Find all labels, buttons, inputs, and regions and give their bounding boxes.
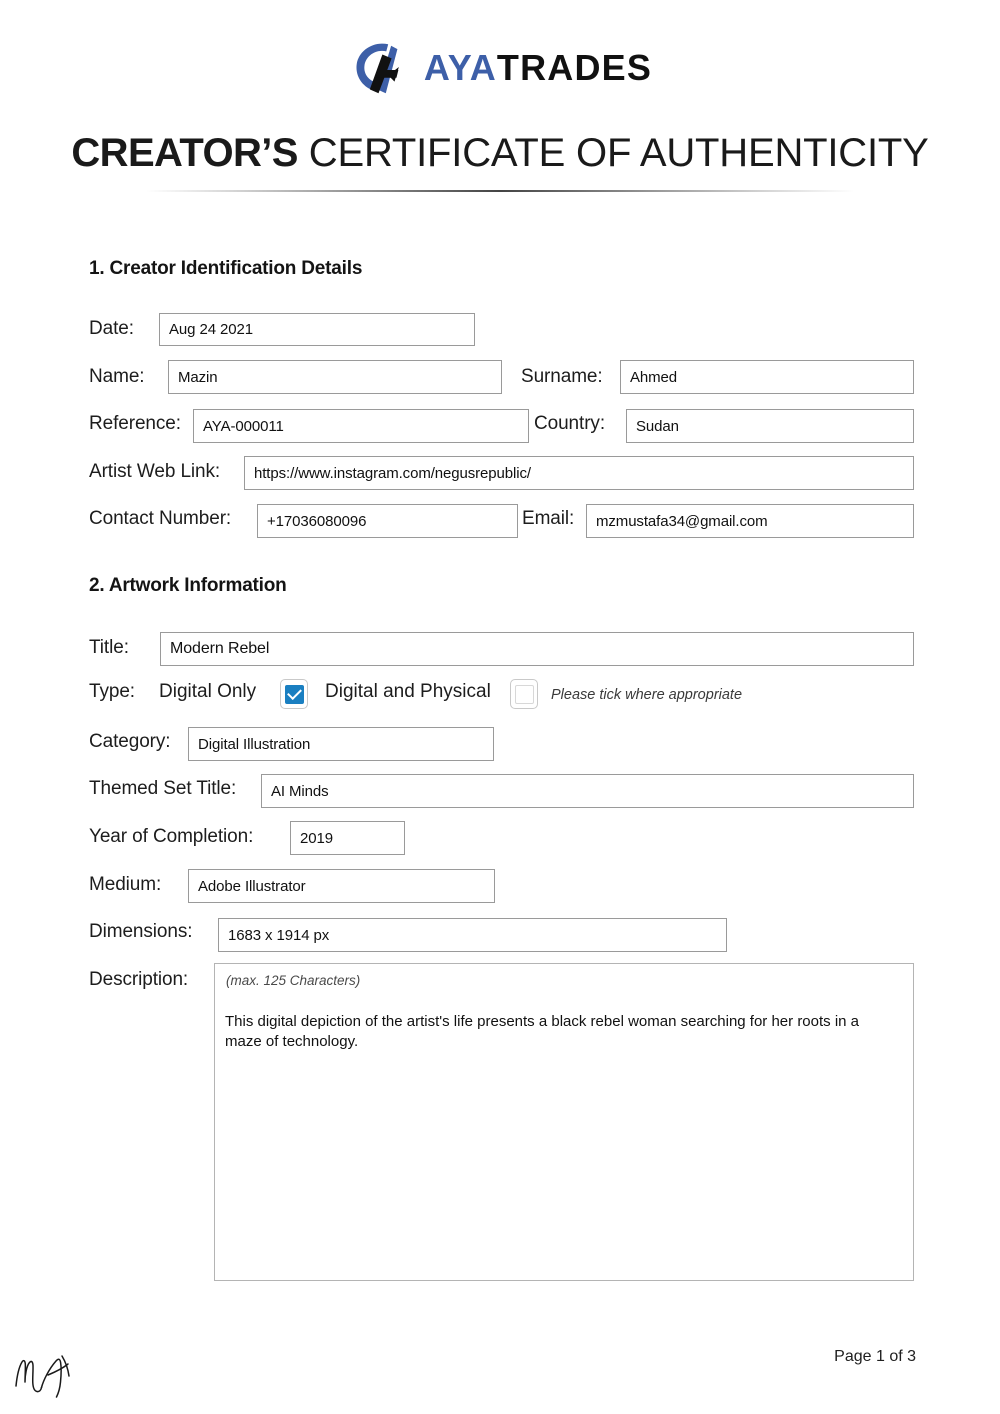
dimensions-value: 1683 x 1914 px xyxy=(228,926,330,944)
dimensions-field[interactable]: 1683 x 1914 px xyxy=(218,918,727,952)
brand-name-part2: TRADES xyxy=(496,47,653,88)
themed-set-title-label: Themed Set Title: xyxy=(89,778,237,799)
email-label: Email: xyxy=(522,508,575,529)
name-label: Name: xyxy=(89,366,145,387)
type-hint: Please tick where appropriate xyxy=(551,687,743,703)
title-divider xyxy=(146,190,854,192)
date-field[interactable]: Aug 24 2021 xyxy=(159,313,475,346)
brand-name-part1: AYA xyxy=(423,47,497,88)
contact-number-field[interactable]: +17036080096 xyxy=(257,504,518,538)
year-of-completion-label: Year of Completion: xyxy=(89,826,254,847)
type-label: Type: xyxy=(89,681,135,702)
medium-field[interactable]: Adobe Illustrator xyxy=(188,869,495,903)
reference-field[interactable]: AYA-000011 xyxy=(193,409,529,443)
country-value: Sudan xyxy=(636,417,679,435)
surname-value: Ahmed xyxy=(630,368,678,386)
reference-value: AYA-000011 xyxy=(203,417,284,435)
section-heading-creator-details: 1. Creator Identification Details xyxy=(89,258,363,279)
contact-number-label: Contact Number: xyxy=(89,508,232,529)
certificate-page: AYA TRADES CREATOR’S CERTIFICATE OF AUTHE… xyxy=(0,0,1000,1414)
name-value: Mazin xyxy=(178,368,218,386)
date-label: Date: xyxy=(89,318,134,339)
brand-wordmark: AYA TRADES xyxy=(424,50,652,86)
contact-number-value: +17036080096 xyxy=(267,512,367,530)
description-value: This digital depiction of the artist's l… xyxy=(225,1013,860,1050)
checkbox-digital-and-physical[interactable] xyxy=(510,679,538,709)
weblink-field[interactable]: https://www.instagram.com/negusrepublic/ xyxy=(244,456,914,490)
themed-set-title-field[interactable]: AI Minds xyxy=(261,774,914,808)
page-title-light: CERTIFICATE OF AUTHENTICITY xyxy=(308,131,929,175)
dimensions-label: Dimensions: xyxy=(89,921,193,942)
country-label: Country: xyxy=(534,413,606,434)
checkbox-digital-only[interactable] xyxy=(280,679,308,709)
name-field[interactable]: Mazin xyxy=(168,360,502,394)
checkbox-digital-and-physical-fill xyxy=(514,684,534,704)
year-of-completion-field[interactable]: 2019 xyxy=(290,821,405,855)
email-value: mzmustafa34@gmail.com xyxy=(596,512,768,530)
description-field[interactable] xyxy=(214,963,914,1281)
check-icon xyxy=(286,685,302,701)
reference-label: Reference: xyxy=(89,413,181,434)
checkbox-digital-only-fill xyxy=(284,684,304,704)
category-value: Digital Illustration xyxy=(198,735,311,753)
year-of-completion-value: 2019 xyxy=(300,829,333,847)
type-option-digital-only-label: Digital Only xyxy=(159,681,257,702)
category-field[interactable]: Digital Illustration xyxy=(188,727,494,761)
artwork-title-field[interactable]: Modern Rebel xyxy=(160,632,914,666)
artwork-title-label: Title: xyxy=(89,637,129,658)
type-option-digital-and-physical-label: Digital and Physical xyxy=(325,681,491,702)
ayatrades-logo-mark-icon xyxy=(356,43,399,94)
email-field[interactable]: mzmustafa34@gmail.com xyxy=(586,504,914,538)
description-label: Description: xyxy=(89,969,189,990)
date-value: Aug 24 2021 xyxy=(169,321,253,338)
weblink-value: https://www.instagram.com/negusrepublic/ xyxy=(254,464,531,482)
country-field[interactable]: Sudan xyxy=(626,409,914,443)
themed-set-title-value: AI Minds xyxy=(271,782,329,800)
brand-logo: AYA TRADES xyxy=(0,32,1000,104)
page-title-strong: CREATOR’S xyxy=(71,131,298,175)
page-number: Page 1 of 3 xyxy=(834,1348,916,1365)
page-title: CREATOR’S CERTIFICATE OF AUTHENTICITY xyxy=(0,128,1000,178)
category-label: Category: xyxy=(89,731,171,752)
medium-label: Medium: xyxy=(89,874,162,895)
description-maxchars-hint: (max. 125 Characters) xyxy=(226,973,361,988)
weblink-label: Artist Web Link: xyxy=(89,461,221,482)
medium-value: Adobe Illustrator xyxy=(198,877,306,895)
artwork-title-value: Modern Rebel xyxy=(170,640,270,657)
handwritten-signature-ma-icon xyxy=(15,1355,70,1398)
section-heading-artwork-information: 2. Artwork Information xyxy=(89,575,287,596)
surname-label: Surname: xyxy=(521,366,603,387)
surname-field[interactable]: Ahmed xyxy=(620,360,914,394)
